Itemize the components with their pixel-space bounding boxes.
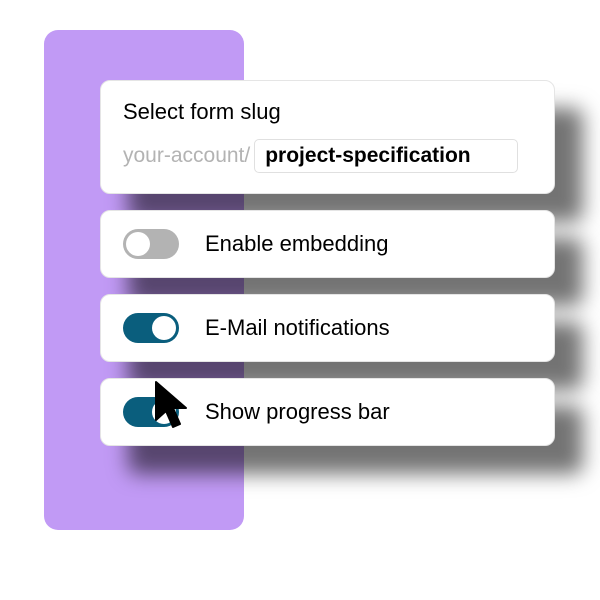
progress-label: Show progress bar bbox=[205, 399, 390, 425]
slug-input-row: your-account/ bbox=[123, 139, 532, 173]
email-toggle[interactable] bbox=[123, 313, 179, 343]
embedding-toggle[interactable] bbox=[123, 229, 179, 259]
progress-toggle[interactable] bbox=[123, 397, 179, 427]
embedding-label: Enable embedding bbox=[205, 231, 388, 257]
toggle-knob bbox=[126, 232, 150, 256]
slug-title: Select form slug bbox=[123, 99, 532, 125]
email-card: E-Mail notifications bbox=[100, 294, 555, 362]
slug-input[interactable] bbox=[254, 139, 518, 173]
toggle-knob bbox=[152, 316, 176, 340]
slug-card: Select form slug your-account/ bbox=[100, 80, 555, 194]
progress-card: Show progress bar bbox=[100, 378, 555, 446]
settings-cards: Select form slug your-account/ Enable em… bbox=[100, 80, 555, 462]
toggle-knob bbox=[152, 400, 176, 424]
slug-prefix: your-account/ bbox=[123, 144, 250, 168]
email-label: E-Mail notifications bbox=[205, 315, 390, 341]
embedding-card: Enable embedding bbox=[100, 210, 555, 278]
